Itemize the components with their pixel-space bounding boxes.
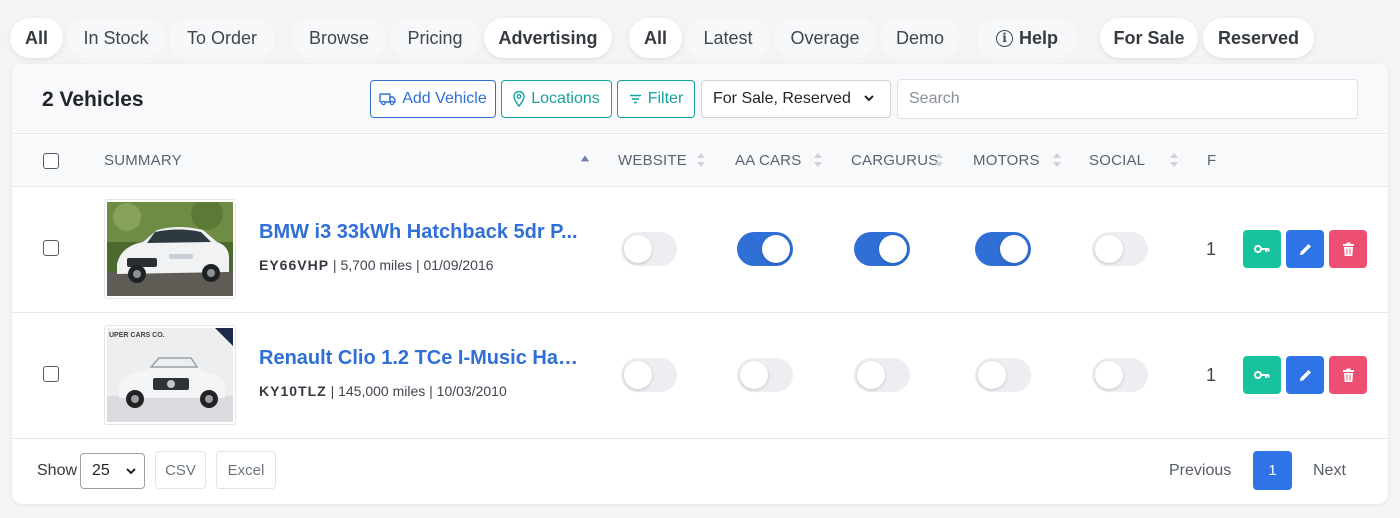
vehicle-count: 2 Vehicles: [42, 88, 144, 111]
search-input[interactable]: [897, 79, 1358, 119]
map-pin-icon: [513, 91, 525, 107]
delete-button[interactable]: [1329, 356, 1367, 394]
col-truncated[interactable]: F: [1207, 152, 1216, 169]
status-select-value: For Sale, Reserved: [713, 90, 851, 107]
car-photo-bmw: [107, 200, 233, 296]
vehicle-meta: EY66VHP | 5,700 miles | 01/09/2016: [259, 257, 494, 273]
col-social[interactable]: SOCIAL: [1089, 152, 1145, 169]
sort-icon[interactable]: [1169, 151, 1179, 169]
key-button[interactable]: [1243, 356, 1281, 394]
website-toggle[interactable]: [621, 232, 677, 266]
sort-icon[interactable]: [934, 151, 944, 169]
tab-for-sale[interactable]: For Sale: [1100, 18, 1198, 58]
filter-icon: [629, 94, 641, 104]
vehicle-reg: EY66VHP: [259, 257, 330, 273]
car-photo-renault: UPER CARS CO.: [107, 328, 233, 422]
pencil-icon: [1299, 369, 1311, 381]
sort-icon[interactable]: [1052, 151, 1062, 169]
cargurus-toggle[interactable]: [854, 358, 910, 392]
cargurus-toggle[interactable]: [854, 232, 910, 266]
table-footer: Show 25 CSV Excel Previous 1 Next: [12, 440, 1388, 504]
vehicles-card: 2 Vehicles Add Vehicle Locations Filter …: [12, 64, 1388, 504]
page-size-value: 25: [92, 462, 110, 479]
locations-button[interactable]: Locations: [501, 80, 612, 118]
tab-demo[interactable]: Demo: [880, 18, 960, 58]
aa-cars-toggle[interactable]: [737, 358, 793, 392]
tab-help-label: Help: [1018, 27, 1058, 48]
vehicle-meta: KY10TLZ | 145,000 miles | 10/03/2010: [259, 383, 507, 399]
tab-latest[interactable]: Latest: [686, 18, 770, 58]
vehicle-thumbnail[interactable]: [104, 199, 236, 299]
page-size-select[interactable]: 25: [80, 453, 145, 489]
key-button[interactable]: [1243, 230, 1281, 268]
vehicle-title-link[interactable]: Renault Clio 1.2 TCe I-Music Hatc...: [259, 347, 579, 370]
tab-pricing[interactable]: Pricing: [390, 18, 480, 58]
col-cargurus[interactable]: CARGURUS: [851, 152, 938, 169]
vehicle-title-link[interactable]: BMW i3 33kWh Hatchback 5dr P...: [259, 221, 579, 244]
next-page-link[interactable]: Next: [1313, 462, 1346, 480]
table-row: UPER CARS CO. Renault Clio 1.2 TCe I-Mus…: [12, 313, 1388, 439]
excel-button[interactable]: Excel: [216, 451, 276, 489]
truck-icon: [379, 93, 396, 106]
col-website[interactable]: WEBSITE: [618, 152, 687, 169]
col-aa-cars[interactable]: AA CARS: [735, 152, 801, 169]
tab-view-all[interactable]: All: [629, 18, 682, 58]
edit-button[interactable]: [1286, 356, 1324, 394]
pencil-icon: [1299, 243, 1311, 255]
filter-label: Filter: [647, 90, 684, 107]
vehicle-details: | 5,700 miles | 01/09/2016: [329, 257, 494, 273]
chevron-down-icon: [864, 95, 874, 102]
add-vehicle-button[interactable]: Add Vehicle: [370, 80, 496, 118]
tab-browse[interactable]: Browse: [292, 18, 386, 58]
tab-stock-all[interactable]: All: [10, 18, 63, 58]
tab-to-order[interactable]: To Order: [169, 18, 275, 58]
website-toggle[interactable]: [621, 358, 677, 392]
motors-toggle[interactable]: [975, 358, 1031, 392]
trash-icon: [1342, 368, 1354, 382]
filter-button[interactable]: Filter: [617, 80, 695, 118]
previous-page-link[interactable]: Previous: [1169, 462, 1231, 480]
thumb-banner-text: UPER CARS CO.: [109, 332, 165, 339]
key-icon: [1254, 245, 1270, 253]
filter-tabs: All In Stock To Order Browse Pricing Adv…: [0, 0, 1400, 66]
row-count: 1: [1206, 239, 1217, 259]
show-label: Show: [37, 462, 78, 479]
card-toolbar: 2 Vehicles Add Vehicle Locations Filter …: [12, 64, 1388, 134]
row-checkbox[interactable]: [43, 240, 59, 256]
tab-overage[interactable]: Overage: [774, 18, 876, 58]
sort-asc-icon[interactable]: [580, 149, 590, 167]
social-toggle[interactable]: [1092, 358, 1148, 392]
sort-icon[interactable]: [813, 151, 823, 169]
locations-label: Locations: [531, 90, 600, 107]
motors-toggle[interactable]: [975, 232, 1031, 266]
vehicle-details: | 145,000 miles | 10/03/2010: [326, 383, 507, 399]
vehicle-reg: KY10TLZ: [259, 383, 327, 399]
csv-button[interactable]: CSV: [155, 451, 206, 489]
status-select[interactable]: For Sale, Reserved: [701, 80, 891, 118]
row-checkbox[interactable]: [43, 366, 59, 382]
table-row: BMW i3 33kWh Hatchback 5dr P... EY66VHP …: [12, 187, 1388, 313]
select-all-checkbox[interactable]: [43, 153, 59, 169]
key-icon: [1254, 371, 1270, 379]
delete-button[interactable]: [1329, 230, 1367, 268]
tab-advertising[interactable]: Advertising: [484, 18, 612, 58]
edit-button[interactable]: [1286, 230, 1324, 268]
col-motors[interactable]: MOTORS: [973, 152, 1040, 169]
aa-cars-toggle[interactable]: [737, 232, 793, 266]
tab-help[interactable]: i Help: [977, 18, 1077, 58]
sort-icon[interactable]: [696, 151, 706, 169]
tab-reserved[interactable]: Reserved: [1203, 18, 1314, 58]
chevron-down-icon: [126, 468, 136, 475]
tab-in-stock[interactable]: In Stock: [67, 18, 165, 58]
page-1-button[interactable]: 1: [1253, 451, 1292, 490]
col-summary[interactable]: SUMMARY: [104, 152, 182, 169]
table-header: SUMMARY WEBSITE AA CARS CARGURUS MOTORS …: [12, 135, 1388, 187]
row-count: 1: [1206, 365, 1217, 385]
vehicle-thumbnail[interactable]: UPER CARS CO.: [104, 325, 236, 425]
add-vehicle-label: Add Vehicle: [402, 90, 487, 107]
social-toggle[interactable]: [1092, 232, 1148, 266]
trash-icon: [1342, 242, 1354, 256]
info-icon: i: [995, 29, 1013, 47]
